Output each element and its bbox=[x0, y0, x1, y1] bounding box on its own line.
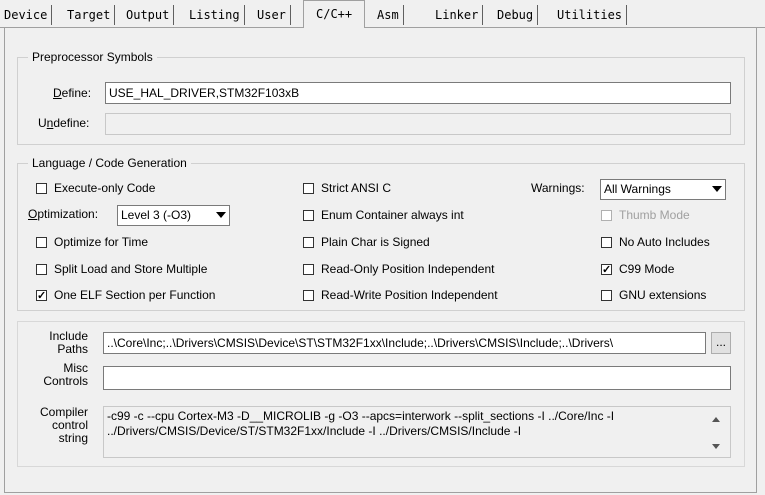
tab-device[interactable]: Device bbox=[0, 5, 53, 25]
warnings-value: All Warnings bbox=[604, 182, 671, 196]
chevron-down-icon bbox=[712, 186, 722, 192]
no-auto-includes-checkbox[interactable]: No Auto Includes bbox=[601, 234, 710, 250]
define-input[interactable]: USE_HAL_DRIVER,STM32F103xB bbox=[105, 82, 731, 104]
checkmark-icon: ✓ bbox=[37, 290, 47, 302]
define-label: Define: bbox=[53, 86, 92, 100]
strict-ansi-checkbox[interactable]: Strict ANSI C bbox=[303, 180, 391, 196]
execute-only-box[interactable] bbox=[36, 183, 47, 194]
tab-target[interactable]: Target bbox=[63, 5, 116, 25]
one-elf-box[interactable]: ✓ bbox=[36, 290, 47, 302]
thumb-mode-box[interactable] bbox=[601, 210, 612, 221]
enum-container-label: Enum Container always int bbox=[321, 208, 464, 222]
gnu-extensions-box[interactable] bbox=[601, 290, 612, 301]
plain-char-checkbox[interactable]: Plain Char is Signed bbox=[303, 234, 430, 250]
preprocessor-symbols-group: Preprocessor Symbols Define: USE_HAL_DRI… bbox=[17, 50, 745, 145]
scroll-up-icon[interactable] bbox=[712, 417, 720, 422]
thumb-mode-checkbox[interactable]: Thumb Mode bbox=[601, 207, 690, 223]
tab-user[interactable]: User bbox=[253, 5, 291, 25]
tab-output[interactable]: Output bbox=[122, 5, 175, 25]
include-paths-label: Include Paths bbox=[28, 330, 88, 356]
no-auto-includes-box[interactable] bbox=[601, 237, 612, 248]
tab-utilities[interactable]: Utilities bbox=[553, 5, 628, 25]
rwpi-label: Read-Write Position Independent bbox=[321, 288, 498, 302]
gnu-extensions-label: GNU extensions bbox=[619, 288, 707, 302]
checkmark-icon: ✓ bbox=[602, 264, 612, 276]
optimization-dropdown[interactable]: Level 3 (-O3) bbox=[117, 205, 230, 226]
strict-ansi-box[interactable] bbox=[303, 183, 314, 194]
misc-controls-label: Misc Controls bbox=[28, 362, 88, 388]
compiler-string-line2: ../Drivers/CMSIS/Device/ST/STM32F1xx/Inc… bbox=[107, 424, 522, 438]
tab-bar: Device Target Output Listing User C/C++ … bbox=[0, 0, 765, 28]
tab-c-cpp[interactable]: C/C++ bbox=[303, 0, 366, 28]
ropi-box[interactable] bbox=[303, 264, 314, 275]
ropi-checkbox[interactable]: Read-Only Position Independent bbox=[303, 261, 494, 277]
optimize-time-label: Optimize for Time bbox=[54, 235, 149, 249]
scroll-down-icon[interactable] bbox=[712, 444, 720, 449]
include-paths-label-line2: Paths bbox=[57, 342, 88, 356]
gnu-extensions-checkbox[interactable]: GNU extensions bbox=[601, 287, 706, 303]
execute-only-checkbox[interactable]: Execute-only Code bbox=[36, 180, 155, 196]
no-auto-includes-label: No Auto Includes bbox=[619, 235, 710, 249]
include-paths-browse-button[interactable]: ... bbox=[711, 332, 731, 354]
optimize-time-checkbox[interactable]: Optimize for Time bbox=[36, 234, 148, 250]
chevron-down-icon bbox=[216, 212, 226, 218]
misc-controls-label-line2: Controls bbox=[43, 374, 88, 388]
include-paths-input[interactable]: ..\Core\Inc;..\Drivers\CMSIS\Device\ST\S… bbox=[103, 332, 706, 354]
split-load-box[interactable] bbox=[36, 264, 47, 275]
ropi-label: Read-Only Position Independent bbox=[321, 262, 495, 276]
preprocessor-symbols-legend: Preprocessor Symbols bbox=[28, 50, 157, 64]
c99-mode-box[interactable]: ✓ bbox=[601, 264, 612, 276]
compiler-string-line1: -c99 -c --cpu Cortex-M3 -D__MICROLIB -g … bbox=[107, 409, 615, 423]
tab-debug[interactable]: Debug bbox=[493, 5, 539, 25]
undefine-input[interactable] bbox=[105, 113, 731, 135]
compiler-options-group: Include Paths ..\Core\Inc;..\Drivers\CMS… bbox=[17, 321, 745, 467]
tab-listing[interactable]: Listing bbox=[185, 5, 245, 25]
language-code-generation-group: Language / Code Generation Execute-only … bbox=[17, 156, 745, 311]
rwpi-checkbox[interactable]: Read-Write Position Independent bbox=[303, 287, 498, 303]
enum-container-checkbox[interactable]: Enum Container always int bbox=[303, 207, 464, 223]
optimization-value: Level 3 (-O3) bbox=[121, 208, 192, 222]
one-elf-checkbox[interactable]: ✓ One ELF Section per Function bbox=[36, 287, 215, 303]
compiler-string-label-line3: string bbox=[58, 431, 88, 445]
one-elf-label: One ELF Section per Function bbox=[54, 288, 216, 302]
tab-asm[interactable]: Asm bbox=[373, 5, 404, 25]
warnings-dropdown[interactable]: All Warnings bbox=[600, 179, 726, 200]
optimize-time-box[interactable] bbox=[36, 237, 47, 248]
warnings-label: Warnings: bbox=[531, 181, 585, 195]
rwpi-box[interactable] bbox=[303, 290, 314, 301]
split-load-checkbox[interactable]: Split Load and Store Multiple bbox=[36, 261, 207, 277]
c99-mode-label: C99 Mode bbox=[619, 262, 675, 276]
language-code-generation-legend: Language / Code Generation bbox=[28, 156, 191, 170]
plain-char-label: Plain Char is Signed bbox=[321, 235, 430, 249]
optimization-label: Optimization: bbox=[28, 207, 99, 221]
thumb-mode-label: Thumb Mode bbox=[619, 208, 690, 222]
strict-ansi-label: Strict ANSI C bbox=[321, 181, 392, 195]
undefine-label: Undefine: bbox=[38, 116, 90, 130]
compiler-string-label: Compiler control string bbox=[28, 406, 88, 445]
execute-only-label: Execute-only Code bbox=[54, 181, 156, 195]
enum-container-box[interactable] bbox=[303, 210, 314, 221]
tab-linker[interactable]: Linker bbox=[431, 5, 484, 25]
misc-controls-input[interactable] bbox=[103, 366, 731, 390]
split-load-label: Split Load and Store Multiple bbox=[54, 262, 208, 276]
tab-content-panel: Preprocessor Symbols Define: USE_HAL_DRI… bbox=[4, 27, 757, 493]
c99-mode-checkbox[interactable]: ✓ C99 Mode bbox=[601, 261, 674, 277]
plain-char-box[interactable] bbox=[303, 237, 314, 248]
compiler-string-textarea[interactable]: -c99 -c --cpu Cortex-M3 -D__MICROLIB -g … bbox=[103, 406, 731, 458]
